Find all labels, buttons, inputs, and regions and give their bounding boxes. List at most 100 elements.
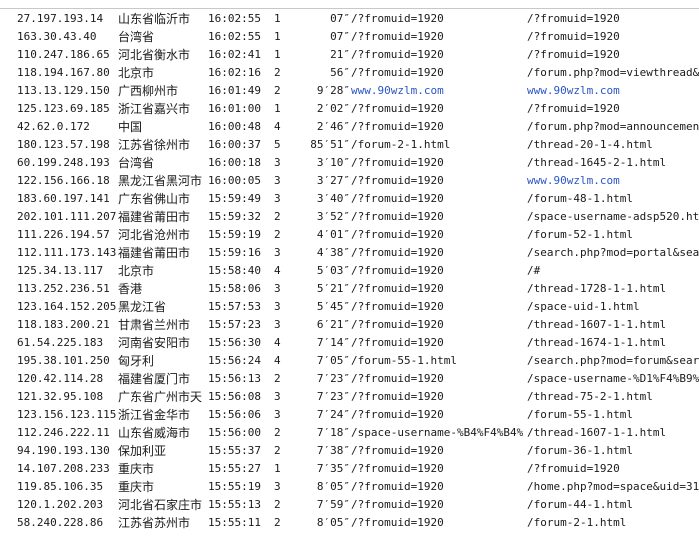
stay-duration: 3′40″ — [316, 192, 350, 205]
location: 广东省佛山市 — [118, 192, 191, 206]
table-row[interactable]: 119.85.106.35 重庆市 15:55:19 3 8′05″/?fromuid=… — [0, 478, 699, 496]
table-row[interactable]: 94.190.193.130 保加利亚 15:55:37 2 7′38″/?fromui… — [0, 442, 699, 460]
table-row[interactable]: 125.34.13.117 北京市 15:58:40 4 5′03″/?fromuid=… — [0, 262, 699, 280]
location: 北京市 — [118, 66, 155, 80]
current-page: /forum.php?mod=viewthread&ti — [527, 66, 699, 79]
referrer-page: /?fromuid=1920 — [351, 498, 444, 511]
referrer-page: /?fromuid=1920 — [351, 444, 444, 457]
location: 山东省威海市 — [118, 426, 191, 440]
visit-time: 16:02:55 — [208, 30, 261, 43]
location: 台湾省 — [118, 156, 155, 170]
table-row[interactable]: 122.156.166.18 黑龙江省黑河市 16:00:05 3 3′27″/?fro… — [0, 172, 699, 190]
table-row[interactable]: 118.183.200.21 甘肃省兰州市 15:57:23 3 6′21″/?from… — [0, 316, 699, 334]
table-row[interactable]: 163.30.43.40 台湾省 16:02:55 1 07″/?fromuid=192… — [0, 28, 699, 46]
table-row[interactable]: 123.164.152.205 黑龙江省 15:57:53 3 5′45″/?fromu… — [0, 298, 699, 316]
table-row[interactable]: 118.194.167.80 北京市 16:02:16 2 56″/?fromuid=1… — [0, 64, 699, 82]
current-page[interactable]: www.90wzlm.com — [527, 172, 699, 190]
ip-address: 202.101.111.207 — [17, 210, 117, 223]
ip-address: 61.54.225.183 — [17, 336, 104, 349]
current-page: /search.php?mod=forum&search — [527, 354, 699, 367]
location: 广东省广州市天 — [118, 390, 203, 404]
location: 江苏省徐州市 — [118, 138, 191, 152]
location: 江苏省苏州市 — [118, 516, 191, 530]
location: 浙江省金华市 — [118, 408, 191, 422]
location: 山东省临沂市 — [118, 12, 191, 26]
stay-duration: 21″ — [330, 48, 350, 61]
location: 浙江省嘉兴市 — [118, 102, 191, 116]
page-count: 2 — [274, 516, 281, 529]
ip-address: 14.107.208.233 — [17, 462, 110, 475]
referrer-page: /?fromuid=1920 — [351, 516, 444, 529]
table-row[interactable]: 183.60.197.141 广东省佛山市 15:59:49 3 3′40″/?from… — [0, 190, 699, 208]
page-count: 3 — [274, 174, 281, 187]
current-page: /?fromuid=1920 — [527, 12, 620, 25]
current-page: /thread-1607-1-1.html — [527, 318, 667, 331]
table-row[interactable]: 120.1.202.203 河北省石家庄市 15:55:13 2 7′59″/?from… — [0, 496, 699, 514]
table-row[interactable]: 112.246.222.11 山东省威海市 15:56:00 2 7′18″/space… — [0, 424, 699, 442]
current-page[interactable]: www.90wzlm.com — [527, 82, 699, 100]
table-row[interactable]: 125.123.69.185 浙江省嘉兴市 16:01:00 1 2′02″/?from… — [0, 100, 699, 118]
table-row[interactable]: 113.13.129.150 广西柳州市 16:01:49 2 9′28″ www.90w… — [0, 82, 699, 100]
table-row[interactable]: 121.32.95.108 广东省广州市天 15:56:08 3 7′23″/?from… — [0, 388, 699, 406]
table-row[interactable]: 111.226.194.57 河北省沧州市 15:59:19 2 4′01″/?from… — [0, 226, 699, 244]
visit-time: 16:00:48 — [208, 120, 261, 133]
location: 重庆市 — [118, 480, 155, 494]
table-row[interactable]: 61.54.225.183 河南省安阳市 15:56:30 4 7′14″/?fromu… — [0, 334, 699, 352]
current-page: /thread-20-1-4.html — [527, 138, 653, 151]
page-count: 3 — [274, 408, 281, 421]
table-row[interactable]: 113.252.236.51 香港 15:58:06 3 5′21″/?fromuid=… — [0, 280, 699, 298]
table-row[interactable]: 112.111.173.143 福建省莆田市 15:59:16 3 4′38″/?fro… — [0, 244, 699, 262]
stay-duration: 7′59″ — [316, 498, 350, 511]
ip-address: 163.30.43.40 — [17, 30, 97, 43]
page-count: 2 — [274, 84, 281, 97]
location: 河北省衡水市 — [118, 48, 191, 62]
visit-time: 15:59:49 — [208, 192, 261, 205]
referrer-page[interactable]: www.90wzlm.com — [351, 82, 523, 100]
table-row[interactable]: 58.240.228.86 江苏省苏州市 15:55:11 2 8′05″/?fromu… — [0, 514, 699, 532]
table-row[interactable]: 202.101.111.207 福建省莆田市 15:59:32 2 3′52″/?fro… — [0, 208, 699, 226]
current-page: /forum.php?mod=announcement& — [527, 120, 699, 133]
visit-time: 15:55:37 — [208, 444, 261, 457]
table-row[interactable]: 27.197.193.14 山东省临沂市 16:02:55 1 07″/?fromuid… — [0, 10, 699, 28]
current-page: /?fromuid=1920 — [527, 462, 620, 475]
location: 重庆市 — [118, 462, 155, 476]
ip-address: 112.111.173.143 — [17, 246, 117, 259]
visit-time: 15:55:11 — [208, 516, 261, 529]
ip-address: 125.34.13.117 — [17, 264, 104, 277]
ip-address: 183.60.197.141 — [17, 192, 110, 205]
stay-duration: 7′18″ — [316, 426, 350, 439]
visit-time: 15:56:13 — [208, 372, 261, 385]
table-row[interactable]: 42.62.0.172 中国 16:00:48 4 2′46″/?fromuid=192… — [0, 118, 699, 136]
page-count: 2 — [274, 426, 281, 439]
current-page: /forum-2-1.html — [527, 516, 627, 529]
ip-address: 42.62.0.172 — [17, 120, 90, 133]
page-count: 2 — [274, 210, 281, 223]
referrer-page: /?fromuid=1920 — [351, 210, 444, 223]
page-count: 3 — [274, 480, 281, 493]
current-page: /thread-1607-1-1.html — [527, 426, 667, 439]
table-row[interactable]: 110.247.186.65 河北省衡水市 16:02:41 1 21″/?fromui… — [0, 46, 699, 64]
stay-duration: 2′02″ — [316, 102, 350, 115]
top-divider — [0, 8, 699, 9]
table-row[interactable]: 180.123.57.198 江苏省徐州市 16:00:37 5 85′51″/foru… — [0, 136, 699, 154]
referrer-page: /forum-55-1.html — [351, 354, 457, 367]
ip-address: 120.1.202.203 — [17, 498, 104, 511]
table-row[interactable]: 120.42.114.28 福建省厦门市 15:56:13 2 7′23″/?fromu… — [0, 370, 699, 388]
table-row[interactable]: 60.199.248.193 台湾省 16:00:18 3 3′10″/?fromuid… — [0, 154, 699, 172]
stay-duration: 85′51″ — [310, 138, 350, 151]
page-count: 1 — [274, 12, 281, 25]
stay-duration: 4′01″ — [316, 228, 350, 241]
table-row[interactable]: 195.38.101.250 匈牙利 15:56:24 4 7′05″/forum-55… — [0, 352, 699, 370]
visit-time: 15:59:19 — [208, 228, 261, 241]
visit-time: 15:57:53 — [208, 300, 261, 313]
table-row[interactable]: 123.156.123.115 浙江省金华市 15:56:06 3 7′24″/?fro… — [0, 406, 699, 424]
visit-time: 15:59:16 — [208, 246, 261, 259]
current-page: /space-username-%D1%F4%B9%E2 — [527, 372, 699, 385]
table-row[interactable]: 14.107.208.233 重庆市 15:55:27 1 7′35″/?fromuid… — [0, 460, 699, 478]
referrer-page: /?fromuid=1920 — [351, 390, 444, 403]
page-count: 2 — [274, 498, 281, 511]
current-page: /forum-48-1.html — [527, 192, 633, 205]
page-count: 3 — [274, 300, 281, 313]
stay-duration: 3′27″ — [316, 174, 350, 187]
ip-address: 121.32.95.108 — [17, 390, 104, 403]
